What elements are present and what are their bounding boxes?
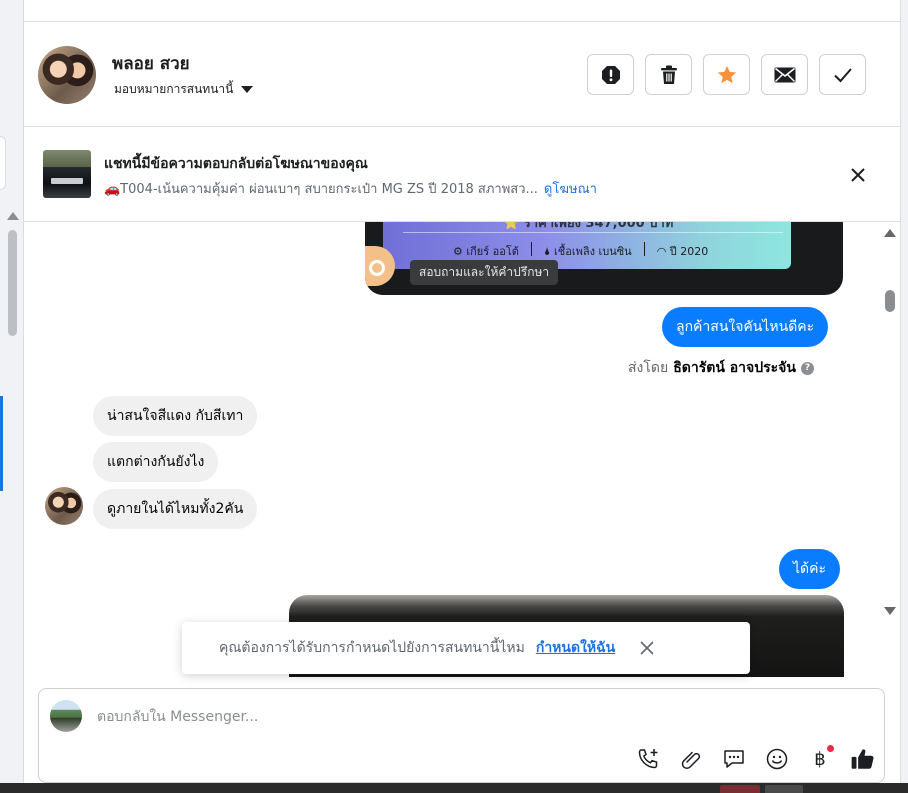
left-scroll-up-arrow[interactable] [7,212,19,220]
selected-indicator [0,396,3,491]
ad-thumbnail[interactable] [43,150,91,198]
close-icon [851,168,865,182]
ad-reply-banner: แชทนี้มีข้อความตอบกลับต่อโฆษณาของคุณ 🚗T0… [24,127,900,222]
incoming-message[interactable]: ดูภายในได้ไหมทั้ง2คัน [93,489,258,529]
ad-message-card[interactable]: ⭐ ราคาเพียง 347,000 บาท ⚙ เกียร์ ออโต้ 🌢… [365,222,843,295]
alert-icon [601,65,620,84]
assign-label: มอบหมายการสนทนานี้ [114,82,234,96]
conversation-header: พลอย สวย มอบหมายการสนทนานี้ [24,22,900,127]
os-taskbar [0,783,908,793]
spec-separator [530,242,532,256]
spec-fuel: 🌢 เชื้อเพลิง เบนซิน [543,245,632,258]
sender-avatar[interactable] [45,487,83,525]
like-button[interactable] [847,745,878,773]
caret-down-icon [241,86,254,93]
outgoing-message[interactable]: ได้ค่ะ [779,549,841,589]
call-button[interactable] [632,745,663,773]
star-button[interactable] [703,54,750,95]
call-add-icon [638,749,657,769]
ad-card-specs: ⚙ เกียร์ ออโต้ 🌢 เชื้อเพลิง เบนซิน ◠ ปี … [453,242,708,260]
taskbar-app[interactable] [765,785,803,793]
consult-label: สอบถามและให้คำปรึกษา [410,260,559,285]
top-bar [24,0,900,22]
saved-reply-icon [723,750,744,768]
payment-button[interactable]: ฿ [804,745,835,773]
reply-composer: ฿ [38,688,885,783]
delete-button[interactable] [645,54,692,95]
view-ad-link[interactable]: ดูโฆษณา [544,178,597,199]
scroll-down-arrow[interactable] [884,607,896,615]
sent-by-name: ธิดารัตน์ อาจประจัน [673,360,796,376]
ad-banner-description-row: 🚗T004-เน้นความคุ้มค่า ผ่อนเบาๆ สบายกระเป… [104,178,597,199]
assign-to-me-link[interactable]: กำหนดให้ฉัน [536,637,615,659]
mark-unread-button[interactable] [761,54,808,95]
star-icon [717,65,736,83]
help-icon[interactable]: ? [800,361,814,375]
sent-by-line: ส่งโดย ธิดารัตน์ อาจประจัน ? [628,357,814,379]
header-actions [587,54,866,95]
trash-icon [660,65,677,84]
reply-input[interactable] [97,706,797,728]
dismiss-toast-button[interactable] [637,638,657,658]
ad-description: 🚗T004-เน้นความคุ้มค่า ผ่อนเบาๆ สบายกระเป… [104,182,538,197]
contact-name[interactable]: พลอย สวย [112,50,190,77]
message-thread[interactable]: ⭐ ราคาเพียง 347,000 บาท ⚙ เกียร์ ออโต้ 🌢… [24,222,900,677]
taskbar-app[interactable] [720,785,760,793]
sent-by-prefix: ส่งโดย [628,360,669,376]
right-panel-edge [900,0,908,783]
outgoing-message[interactable]: ลูกค้าสนใจคันไหนดีคะ [662,307,829,347]
inbox-window: พลอย สวย มอบหมายการสนทนานี้ แชทนี้มีข้อค… [0,0,908,793]
spec-separator [643,242,645,256]
like-icon [851,749,873,769]
assign-prompt-toast: คุณต้องการได้รับการกำหนดไปยังการสนทนานี้… [182,622,750,674]
check-icon [833,67,852,82]
notification-dot [827,745,834,752]
spec-gear: ⚙ เกียร์ ออโต้ [453,245,519,258]
contact-avatar[interactable] [38,46,96,104]
scroll-up-arrow[interactable] [884,229,896,237]
attach-button[interactable] [675,745,706,773]
envelope-icon [774,67,795,82]
mark-done-button[interactable] [819,54,866,95]
left-scrollbar-thumb[interactable] [8,230,17,336]
page-avatar [50,700,82,732]
emoji-icon [766,748,787,770]
emoji-button[interactable] [761,745,792,773]
assign-prompt-text: คุณต้องการได้รับการกำหนดไปยังการสนทนานี้… [219,640,525,656]
left-panel-notch [0,136,6,190]
incoming-message[interactable]: แตกต่างกันยังไง [93,442,219,482]
close-banner-button[interactable] [846,163,870,187]
left-panel-edge [0,0,24,783]
chat-scrollbar-thumb[interactable] [885,290,895,312]
spec-year: ◠ ปี 2020 [656,245,709,258]
incoming-message[interactable]: น่าสนใจสีแดง กับสีเทา [93,396,258,436]
assign-conversation-dropdown[interactable]: มอบหมายการสนทนานี้ [114,80,254,99]
attachment-icon [681,751,700,770]
report-button[interactable] [587,54,634,95]
svg-text:฿: ฿ [814,749,825,770]
saved-replies-button[interactable] [718,745,749,773]
composer-tools: ฿ [632,745,878,773]
close-icon [640,641,654,655]
ad-card-divider [403,232,783,233]
ad-banner-title: แชทนี้มีข้อความตอบกลับต่อโฆษณาของคุณ [104,156,368,172]
